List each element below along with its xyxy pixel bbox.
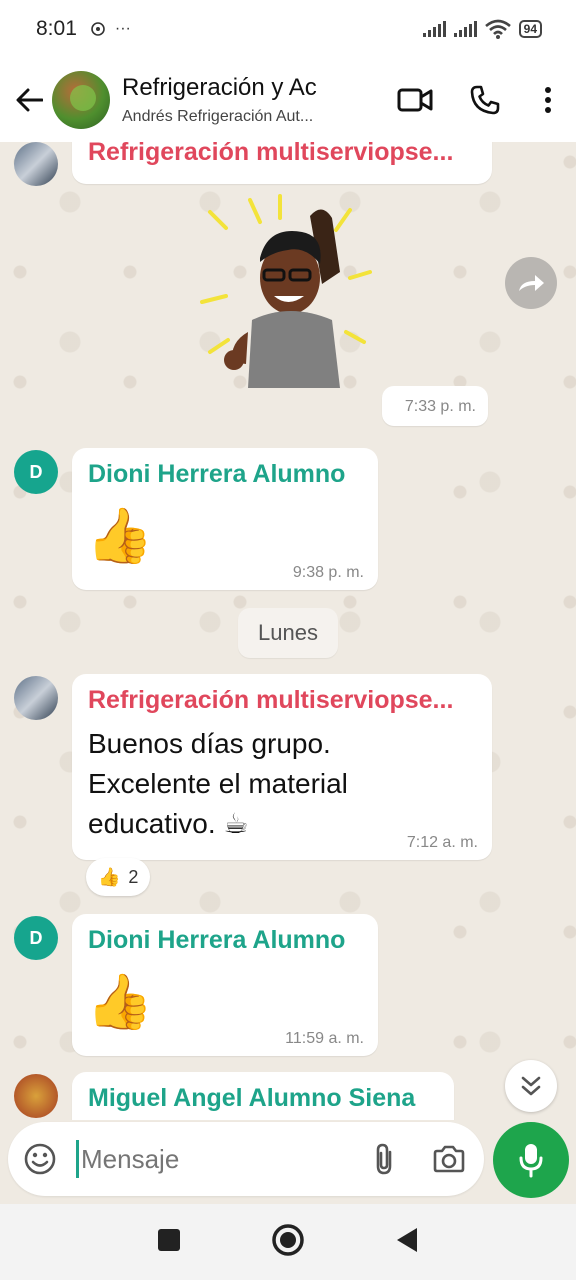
- forward-icon: [519, 275, 544, 291]
- nav-back-icon: [397, 1227, 417, 1252]
- nav-home-icon: [272, 1223, 304, 1256]
- sender-avatar[interactable]: [14, 1074, 58, 1118]
- message-sender: Refrigeración multiserviopse...: [88, 686, 454, 714]
- status-time: 8:01: [36, 17, 77, 40]
- attach-icon: [376, 1143, 392, 1175]
- sender-avatar[interactable]: [14, 142, 58, 186]
- message-sender: Dioni Herrera Alumno: [88, 926, 346, 954]
- message-bubble[interactable]: Dioni Herrera Alumno 👍 9:38 p. m.: [72, 448, 378, 590]
- emoji-button[interactable]: [8, 1122, 72, 1196]
- status-bar: 8:01 ··· 94: [0, 0, 576, 58]
- video-call-button[interactable]: [380, 70, 450, 130]
- group-avatar[interactable]: [52, 71, 110, 129]
- wifi-icon: [484, 19, 511, 39]
- whatsapp-notification-icon: [91, 22, 105, 36]
- message-sender: Refrigeración multiserviopse...: [88, 142, 454, 166]
- message-time: 11:59 a. m.: [285, 1030, 364, 1047]
- video-call-icon: [397, 88, 433, 112]
- phone-icon: [470, 85, 500, 115]
- message-sender: Dioni Herrera Alumno: [88, 460, 346, 488]
- message-composer: [8, 1122, 484, 1196]
- sender-avatar[interactable]: D: [14, 916, 58, 960]
- message-emoji: 👍: [86, 972, 154, 1032]
- chat-messages[interactable]: Refrigeración multiserviopse... 7:33 p. …: [0, 142, 576, 1120]
- message-time: 9:38 p. m.: [292, 564, 364, 581]
- sender-avatar[interactable]: [14, 676, 58, 720]
- battery-indicator: 94: [518, 20, 542, 38]
- signal-icon: [422, 21, 446, 37]
- sticker-image[interactable]: [190, 192, 390, 392]
- chat-participants: Andrés Refrigeración Aut...: [122, 108, 314, 125]
- camera-button[interactable]: [414, 1122, 484, 1196]
- sender-avatar[interactable]: D: [14, 450, 58, 494]
- status-more-notifications: ···: [114, 20, 131, 37]
- mic-icon: [519, 1144, 543, 1178]
- message-time: 7:33 p. m.: [404, 398, 476, 415]
- message-input[interactable]: [81, 1143, 331, 1175]
- date-separator: Lunes: [238, 608, 338, 658]
- reaction-emoji: 👍: [98, 866, 121, 887]
- message-bubble[interactable]: Refrigeración multiserviopse...: [72, 142, 492, 184]
- message-bubble[interactable]: Miguel Angel Alumno Siena: [72, 1072, 454, 1120]
- camera-icon: [433, 1145, 465, 1173]
- message-bubble[interactable]: Dioni Herrera Alumno 👍 11:59 a. m.: [72, 914, 378, 1056]
- more-vert-icon: [545, 87, 551, 113]
- text-cursor: [76, 1140, 79, 1178]
- back-button[interactable]: [6, 70, 52, 130]
- nav-back-button[interactable]: [395, 1226, 419, 1259]
- forward-button[interactable]: [505, 257, 557, 309]
- reaction-count: 2: [128, 866, 139, 887]
- voice-message-button[interactable]: [493, 1122, 569, 1198]
- signal-icon-2: [453, 21, 477, 37]
- back-arrow-icon: [16, 88, 43, 112]
- message-reaction[interactable]: 👍 2: [86, 858, 151, 896]
- system-navigation-bar: [0, 1204, 576, 1280]
- message-bubble[interactable]: Refrigeración multiserviopse... Buenos d…: [72, 674, 492, 860]
- chat-header: Refrigeración y Ac Andrés Refrigeración …: [0, 58, 576, 142]
- message-sender: Miguel Angel Alumno Siena: [88, 1084, 416, 1112]
- scroll-to-bottom-button[interactable]: [505, 1060, 557, 1112]
- attach-button[interactable]: [354, 1122, 414, 1196]
- message-emoji: 👍: [86, 506, 154, 566]
- message-time: 7:12 a. m.: [406, 834, 478, 851]
- nav-home-button[interactable]: [271, 1223, 305, 1262]
- nav-recents-button[interactable]: [157, 1228, 181, 1257]
- chat-title-block[interactable]: Refrigeración y Ac Andrés Refrigeración …: [122, 74, 366, 126]
- scroll-down-icon: [521, 1076, 541, 1096]
- more-options-button[interactable]: [520, 70, 576, 130]
- nav-recents-icon: [158, 1228, 180, 1251]
- timestamp-chip: 7:33 p. m.: [382, 386, 488, 426]
- message-text: Buenos días grupo. Excelente el material…: [88, 728, 348, 839]
- emoji-icon: [24, 1143, 56, 1175]
- chat-title: Refrigeración y Ac: [122, 74, 317, 101]
- voice-call-button[interactable]: [450, 70, 520, 130]
